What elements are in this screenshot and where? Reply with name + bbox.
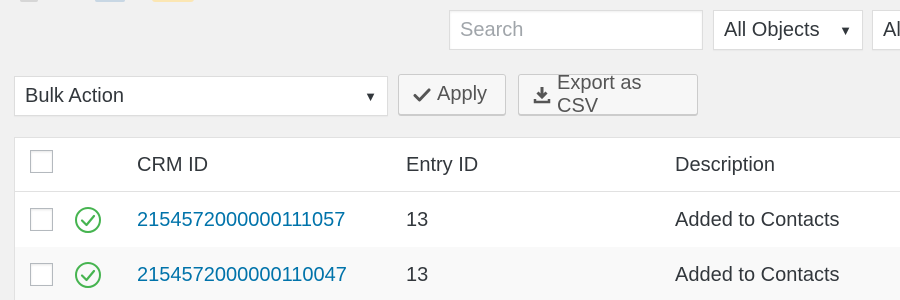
objects-filter-select[interactable]: All Objects ▼ (713, 10, 863, 50)
column-header-description[interactable]: Description (675, 154, 775, 177)
column-header-entry-id[interactable]: Entry ID (406, 154, 478, 177)
check-circle-icon (75, 262, 101, 288)
description-cell: Added to Contacts (675, 264, 840, 286)
bulk-action-select[interactable]: Bulk Action ▼ (14, 76, 388, 116)
apply-button[interactable]: Apply (398, 74, 506, 115)
column-header-crm-id[interactable]: CRM ID (137, 154, 208, 177)
table-header-row: CRM ID Entry ID Description (15, 138, 900, 192)
dropdown-caret-icon: ▼ (839, 22, 852, 38)
table-row: 2154572000000110047 13 Added to Contacts (15, 247, 900, 300)
apply-button-label: Apply (437, 83, 488, 105)
download-icon (533, 86, 551, 103)
entries-table: CRM ID Entry ID Description 215457200000… (14, 137, 900, 300)
secondary-filter-select[interactable]: Al (872, 10, 900, 50)
secondary-filter-value: Al (883, 18, 900, 41)
top-partial-header (0, 0, 200, 2)
table-row: 2154572000000111057 13 Added to Contacts (15, 192, 900, 247)
checkmark-icon (413, 88, 431, 101)
entry-id-cell: 13 (406, 264, 429, 286)
row-checkbox[interactable] (30, 208, 53, 231)
select-all-checkbox[interactable] (30, 150, 53, 173)
dropdown-caret-icon: ▼ (364, 88, 377, 104)
check-circle-icon (75, 207, 101, 233)
bulk-action-value: Bulk Action (25, 84, 124, 107)
objects-filter-value: All Objects (724, 18, 820, 41)
export-csv-button[interactable]: Export as CSV (518, 71, 698, 117)
entry-id-cell: 13 (406, 209, 429, 231)
export-button-label: Export as CSV (557, 71, 642, 117)
header-fragment (20, 0, 38, 2)
row-checkbox[interactable] (30, 263, 53, 286)
header-badge-fragment (152, 0, 194, 2)
header-fragment (95, 0, 125, 2)
description-cell: Added to Contacts (675, 209, 840, 231)
crm-id-link[interactable]: 2154572000000111057 (137, 209, 345, 232)
search-input[interactable] (449, 10, 703, 50)
crm-id-link[interactable]: 2154572000000110047 (137, 264, 347, 287)
